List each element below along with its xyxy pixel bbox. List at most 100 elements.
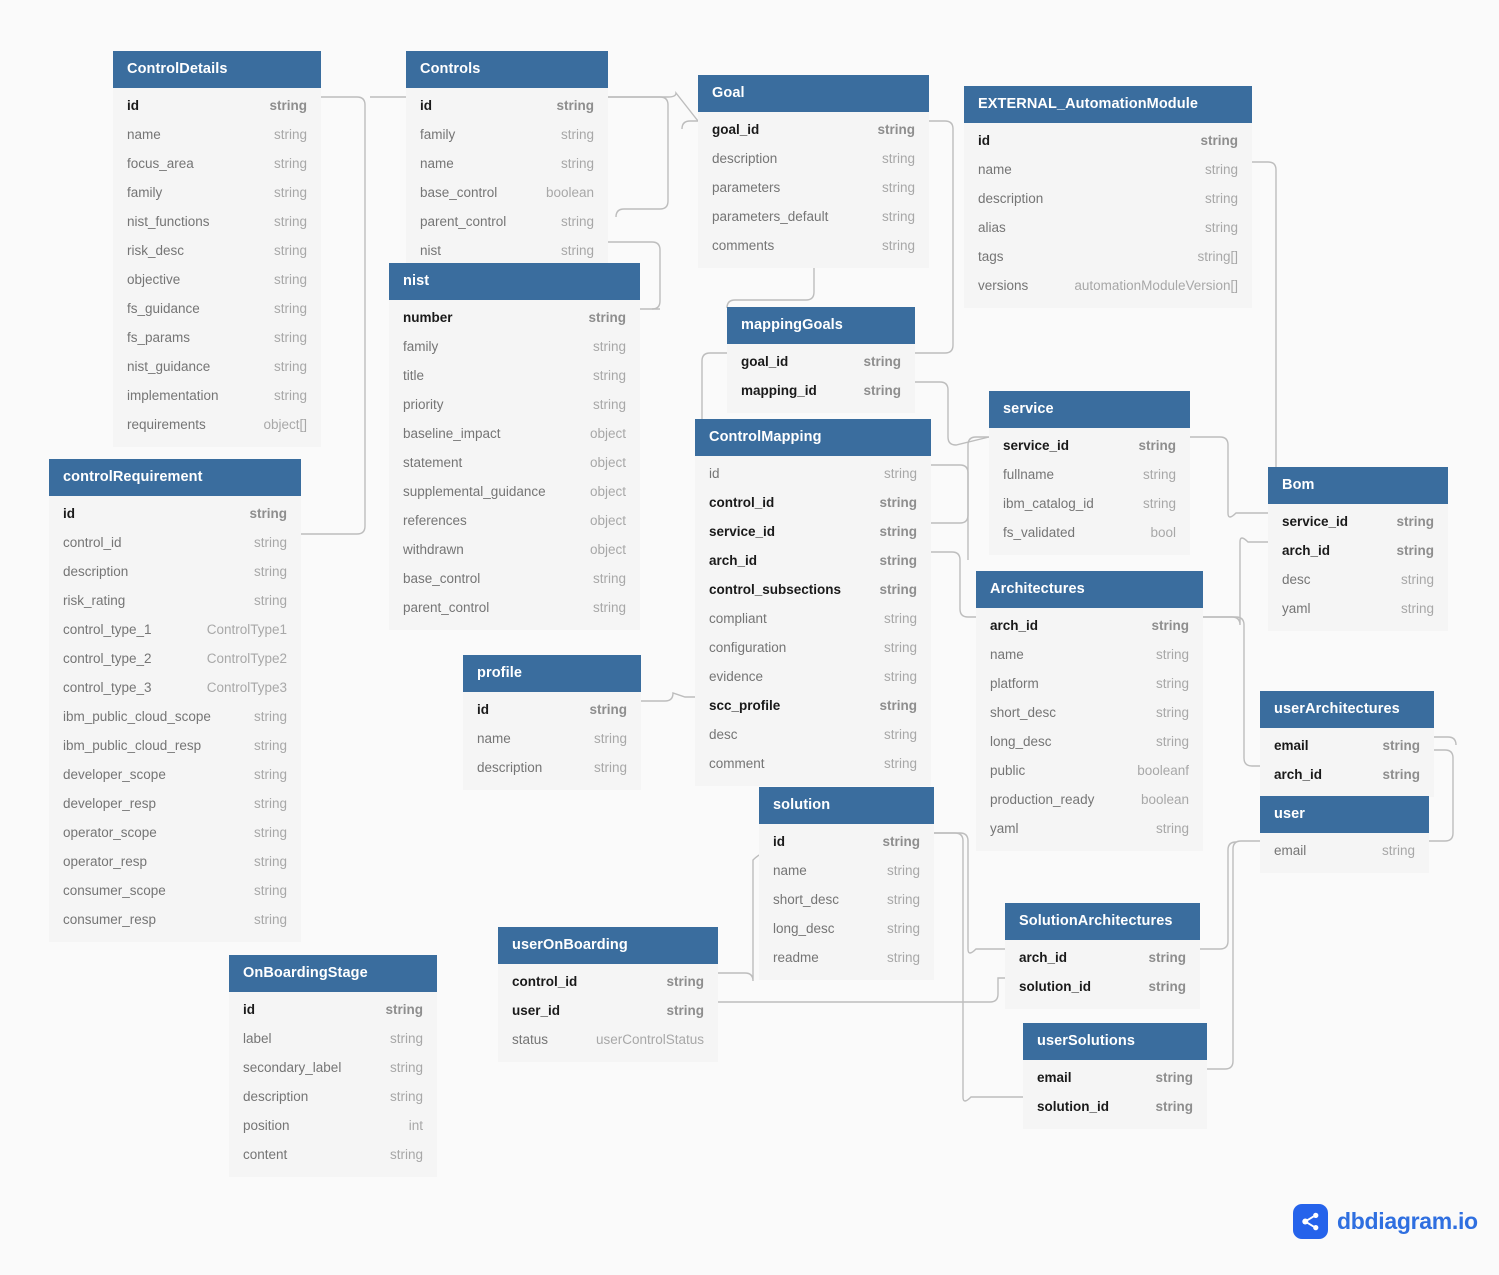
table-row[interactable]: parent_control string [406,207,608,236]
table-row[interactable]: id string [695,459,931,488]
table-row[interactable]: arch_id string [976,611,1203,640]
table-row[interactable]: public booleanf [976,756,1203,785]
table-title[interactable]: mappingGoals [727,307,915,344]
table-row[interactable]: production_ready boolean [976,785,1203,814]
table-row[interactable]: arch_id string [1260,760,1434,789]
table-row[interactable]: withdrawn object [389,535,640,564]
table-row[interactable]: consumer_scope string [49,876,301,905]
table-row[interactable]: control_id string [695,488,931,517]
table-row[interactable]: number string [389,303,640,332]
entity-table[interactable]: SolutionArchitectures arch_id string soluti… [1005,903,1200,1009]
table-row[interactable]: control_type_1 ControlType1 [49,615,301,644]
table-row[interactable]: id string [759,827,934,856]
table-row[interactable]: service_id string [1268,507,1448,536]
table-row[interactable]: control_type_2 ControlType2 [49,644,301,673]
entity-table[interactable]: userArchitectures email string arch_id strin… [1260,691,1434,797]
table-row[interactable]: title string [389,361,640,390]
entity-table[interactable]: OnBoardingStage id string label string second… [229,955,437,1177]
table-row[interactable]: description string [463,753,641,782]
table-title[interactable]: userOnBoarding [498,927,718,964]
table-row[interactable]: scc_profile string [695,691,931,720]
table-row[interactable]: ibm_public_cloud_resp string [49,731,301,760]
table-row[interactable]: control_subsections string [695,575,931,604]
table-row[interactable]: name string [463,724,641,753]
table-row[interactable]: comments string [698,231,929,260]
table-row[interactable]: mapping_id string [727,376,915,405]
table-row[interactable]: requirements object[] [113,410,321,439]
table-row[interactable]: name string [113,120,321,149]
table-row[interactable]: id string [964,126,1252,155]
table-row[interactable]: email string [1023,1063,1207,1092]
dbdiagram-logo[interactable]: dbdiagram.io [1293,1204,1478,1239]
table-row[interactable]: risk_rating string [49,586,301,615]
table-row[interactable]: arch_id string [1005,943,1200,972]
table-row[interactable]: arch_id string [1268,536,1448,565]
table-row[interactable]: name string [976,640,1203,669]
table-row[interactable]: configuration string [695,633,931,662]
table-row[interactable]: goal_id string [698,115,929,144]
table-row[interactable]: operator_scope string [49,818,301,847]
table-title[interactable]: SolutionArchitectures [1005,903,1200,940]
table-row[interactable]: secondary_label string [229,1053,437,1082]
table-row[interactable]: base_control boolean [406,178,608,207]
table-row[interactable]: name string [406,149,608,178]
table-row[interactable]: email string [1260,836,1429,865]
table-row[interactable]: name string [759,856,934,885]
entity-table[interactable]: nist number string family string title string p… [389,263,640,630]
entity-table[interactable]: Controls id string family string name string ba… [406,51,608,273]
entity-table[interactable]: controlRequirement id string control_id stri… [49,459,301,942]
table-title[interactable]: solution [759,787,934,824]
table-row[interactable]: solution_id string [1023,1092,1207,1121]
table-row[interactable]: status userControlStatus [498,1025,718,1054]
table-row[interactable]: label string [229,1024,437,1053]
table-row[interactable]: baseline_impact object [389,419,640,448]
entity-table[interactable]: Bom service_id string arch_id string desc stri… [1268,467,1448,631]
table-title[interactable]: EXTERNAL_AutomationModule [964,86,1252,123]
table-row[interactable]: long_desc string [759,914,934,943]
table-title[interactable]: Bom [1268,467,1448,504]
entity-table[interactable]: user email string [1260,796,1429,873]
entity-table[interactable]: ControlMapping id string control_id string se… [695,419,931,786]
table-row[interactable]: description string [698,144,929,173]
table-row[interactable]: readme string [759,943,934,972]
table-row[interactable]: description string [229,1082,437,1111]
entity-table[interactable]: mappingGoals goal_id string mapping_id strin… [727,307,915,413]
table-row[interactable]: nist_functions string [113,207,321,236]
table-title[interactable]: userArchitectures [1260,691,1434,728]
table-title[interactable]: profile [463,655,641,692]
table-row[interactable]: user_id string [498,996,718,1025]
table-row[interactable]: operator_resp string [49,847,301,876]
table-title[interactable]: service [989,391,1190,428]
table-row[interactable]: risk_desc string [113,236,321,265]
table-row[interactable]: base_control string [389,564,640,593]
table-title[interactable]: OnBoardingStage [229,955,437,992]
entity-table[interactable]: ControlDetails id string name string focus_ar… [113,51,321,447]
table-title[interactable]: user [1260,796,1429,833]
table-row[interactable]: nist_guidance string [113,352,321,381]
table-row[interactable]: fs_guidance string [113,294,321,323]
table-row[interactable]: id string [49,499,301,528]
table-row[interactable]: objective string [113,265,321,294]
table-row[interactable]: fs_params string [113,323,321,352]
table-row[interactable]: desc string [695,720,931,749]
table-row[interactable]: focus_area string [113,149,321,178]
table-row[interactable]: versions automationModuleVersion[] [964,271,1252,300]
table-row[interactable]: yaml string [1268,594,1448,623]
table-row[interactable]: supplemental_guidance object [389,477,640,506]
table-row[interactable]: goal_id string [727,347,915,376]
table-row[interactable]: id string [229,995,437,1024]
entity-table[interactable]: userSolutions email string solution_id strin… [1023,1023,1207,1129]
table-row[interactable]: description string [49,557,301,586]
table-row[interactable]: developer_scope string [49,760,301,789]
entity-table[interactable]: profile id string name string description stri… [463,655,641,790]
table-row[interactable]: priority string [389,390,640,419]
table-row[interactable]: ibm_catalog_id string [989,489,1190,518]
table-row[interactable]: desc string [1268,565,1448,594]
table-row[interactable]: parameters_default string [698,202,929,231]
table-row[interactable]: id string [406,91,608,120]
entity-table[interactable]: Goal goal_id string description string parame… [698,75,929,268]
table-row[interactable]: references object [389,506,640,535]
table-row[interactable]: family string [389,332,640,361]
table-row[interactable]: consumer_resp string [49,905,301,934]
table-row[interactable]: platform string [976,669,1203,698]
